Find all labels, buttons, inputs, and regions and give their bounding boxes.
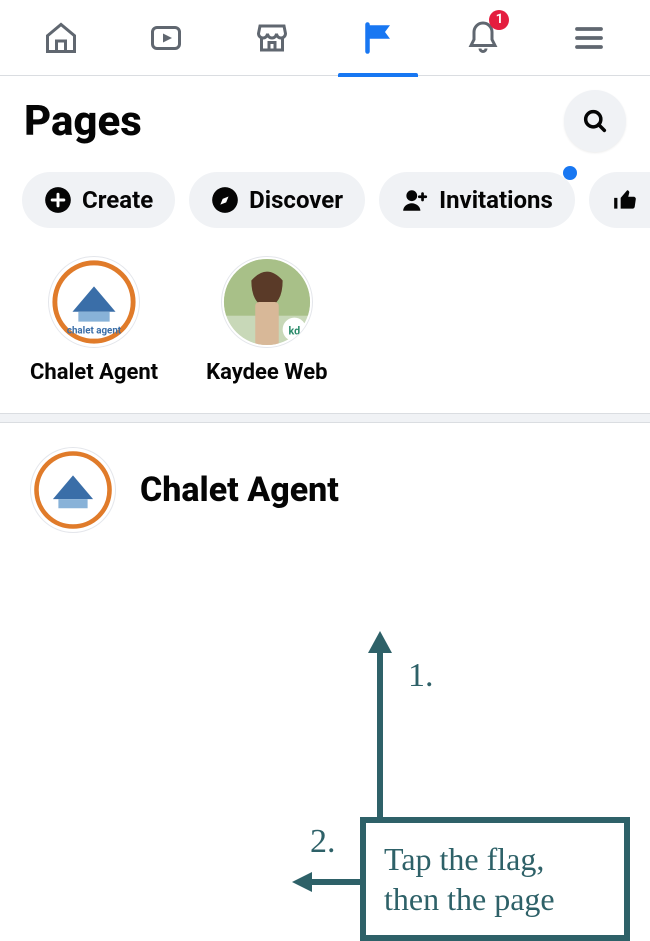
search-button[interactable] xyxy=(564,90,626,152)
chip-likes[interactable]: Lik xyxy=(589,172,650,228)
avatar: kd xyxy=(221,256,313,348)
my-pages-row: chalet agent Chalet Agent kd Kaydee Web xyxy=(0,246,650,407)
nav-pages[interactable] xyxy=(338,0,418,76)
top-nav: 1 xyxy=(0,0,650,76)
page-title: Pages xyxy=(24,97,142,146)
annotation-arrow-1 xyxy=(360,627,420,827)
avatar xyxy=(30,447,116,533)
page-header: Pages xyxy=(0,76,650,162)
nav-notifications[interactable]: 1 xyxy=(443,0,523,76)
chip-label: Create xyxy=(82,186,153,214)
page-preview-header[interactable]: Chalet Agent xyxy=(0,423,650,557)
nav-marketplace[interactable] xyxy=(232,0,312,76)
user-plus-icon xyxy=(401,186,429,214)
thumb-up-icon xyxy=(611,186,639,214)
page-kaydee-web[interactable]: kd Kaydee Web xyxy=(206,256,327,385)
annotation-tip-box: Tap the flag, then the page xyxy=(360,817,630,941)
video-icon xyxy=(148,20,184,56)
chip-label: Discover xyxy=(249,186,343,214)
compass-icon xyxy=(211,186,239,214)
avatar: chalet agent xyxy=(48,256,140,348)
svg-text:kd: kd xyxy=(288,324,300,337)
annotation-step-2: 2. xyxy=(310,823,336,861)
nav-menu[interactable] xyxy=(549,0,629,76)
hamburger-icon xyxy=(571,20,607,56)
page-chalet-agent[interactable]: chalet agent Chalet Agent xyxy=(30,256,158,385)
action-chips: Create Discover Invitations Lik xyxy=(0,162,650,246)
page-label: Kaydee Web xyxy=(206,360,327,385)
chip-invitations[interactable]: Invitations xyxy=(379,172,575,228)
home-icon xyxy=(43,20,79,56)
notification-badge: 1 xyxy=(489,10,509,30)
page-label: Chalet Agent xyxy=(30,360,158,385)
notification-dot xyxy=(563,166,577,180)
chip-label: Invitations xyxy=(439,186,553,214)
search-icon xyxy=(581,107,609,135)
svg-text:chalet agent: chalet agent xyxy=(67,325,122,336)
annotation-arrow-2 xyxy=(288,867,368,897)
flag-icon xyxy=(360,20,396,56)
chip-discover[interactable]: Discover xyxy=(189,172,365,228)
page-preview-title: Chalet Agent xyxy=(140,470,339,510)
annotation-step-1: 1. xyxy=(408,657,434,695)
section-divider xyxy=(0,413,650,423)
chip-create[interactable]: Create xyxy=(22,172,175,228)
plus-circle-icon xyxy=(44,186,72,214)
nav-watch[interactable] xyxy=(126,0,206,76)
nav-home[interactable] xyxy=(21,0,101,76)
store-icon xyxy=(254,20,290,56)
